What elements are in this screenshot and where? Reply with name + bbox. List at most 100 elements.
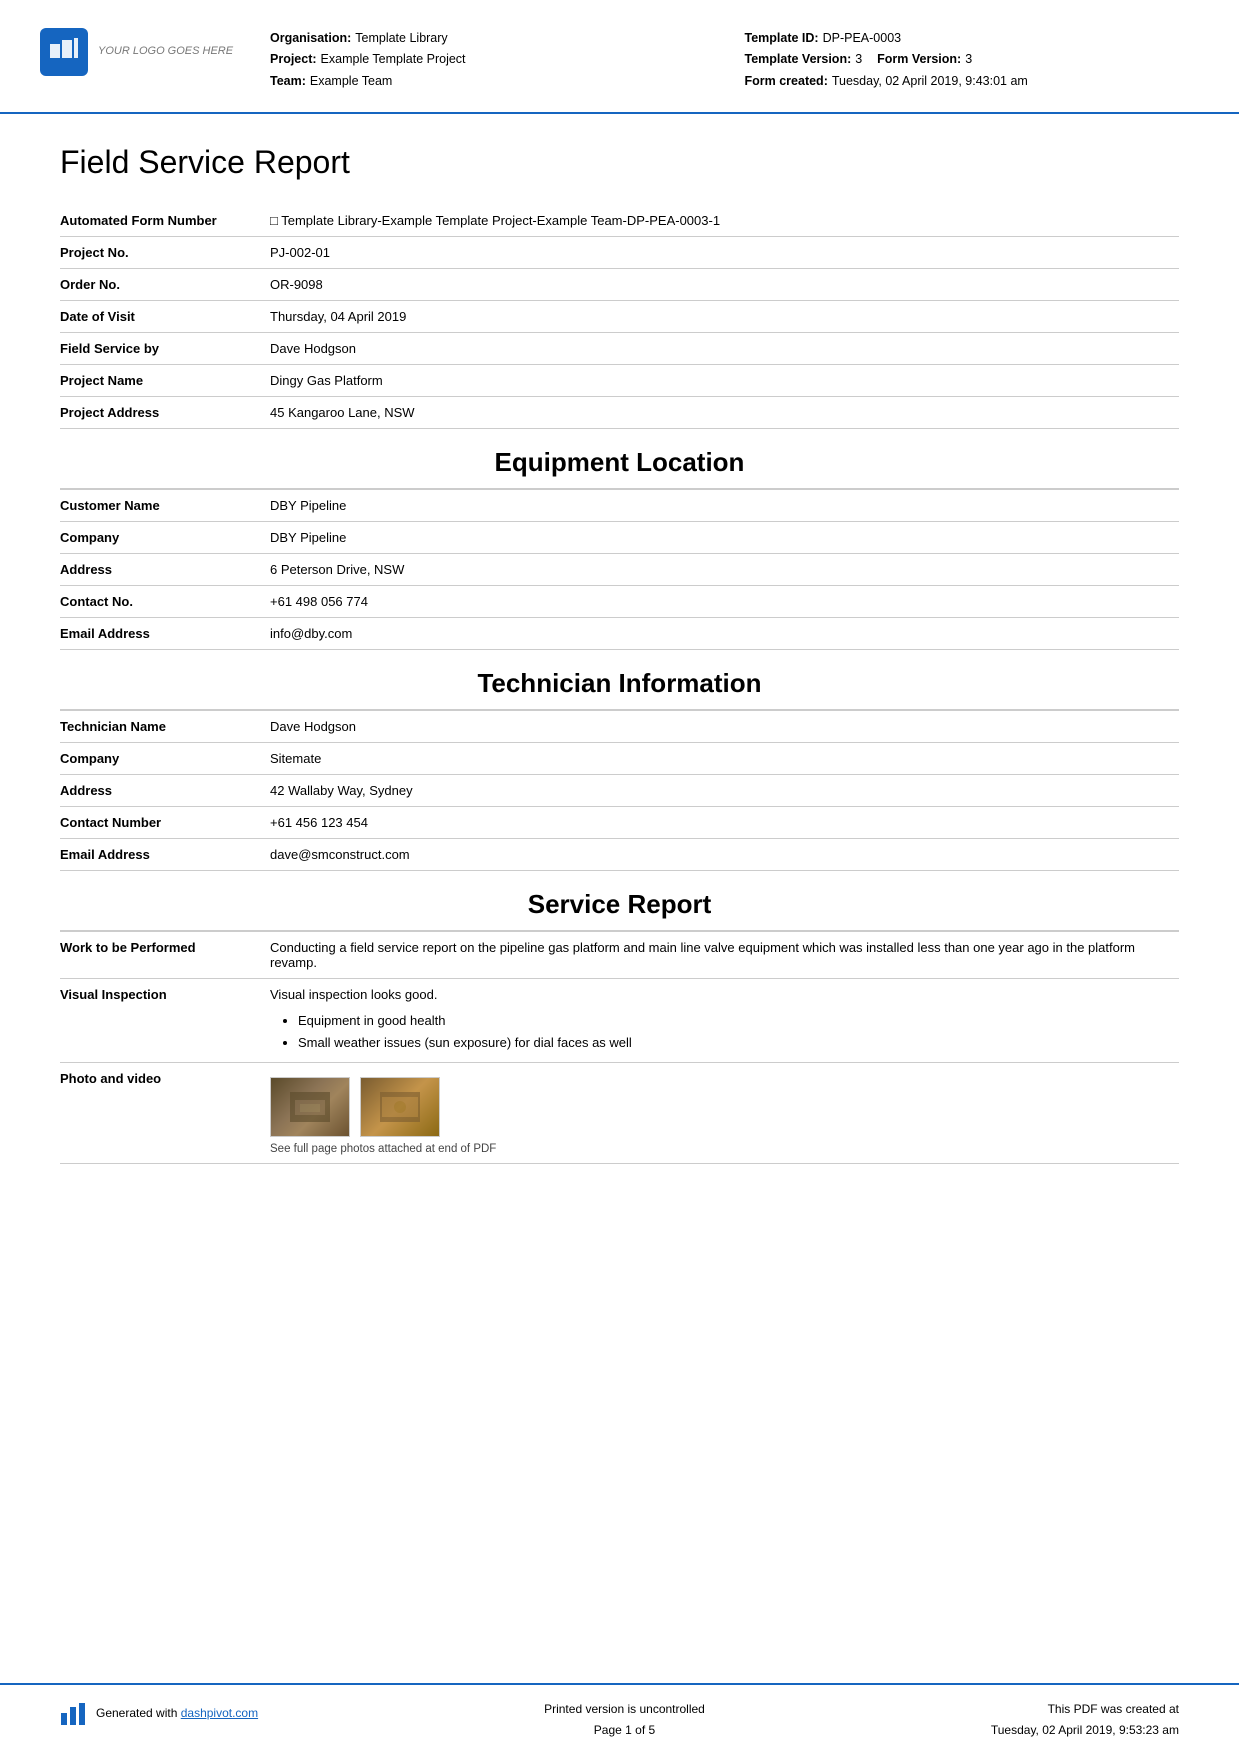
field-value: □ Template Library-Example Template Proj… (270, 205, 1179, 237)
template-id-value: DP-PEA-0003 (823, 28, 902, 49)
header-meta-left: Organisation: Template Library Project: … (270, 28, 705, 92)
form-created-label: Form created: (745, 71, 828, 92)
form-version-value: 3 (965, 49, 972, 70)
table-row: Technician Name Dave Hodgson (60, 710, 1179, 742)
field-value: Dave Hodgson (270, 710, 1179, 742)
field-value: Visual inspection looks good. Equipment … (270, 978, 1179, 1062)
project-label: Project: (270, 49, 317, 70)
field-value: Thursday, 04 April 2019 (270, 300, 1179, 332)
logo-icon (40, 28, 88, 76)
section-heading-row: Service Report (60, 870, 1179, 931)
field-value: 42 Wallaby Way, Sydney (270, 774, 1179, 806)
table-row: Automated Form Number □ Template Library… (60, 205, 1179, 237)
table-row: Visual Inspection Visual inspection look… (60, 978, 1179, 1062)
pdf-created-label: This PDF was created at (991, 1699, 1179, 1719)
team-value: Example Team (310, 71, 392, 92)
table-row: Contact No. +61 498 056 774 (60, 585, 1179, 617)
header: YOUR LOGO GOES HERE Organisation: Templa… (0, 0, 1239, 114)
table-row: Project No. PJ-002-01 (60, 236, 1179, 268)
table-row: Project Address 45 Kangaroo Lane, NSW (60, 396, 1179, 428)
footer-right: This PDF was created at Tuesday, 02 Apri… (991, 1699, 1179, 1740)
field-label: Address (60, 774, 270, 806)
field-label: Project Name (60, 364, 270, 396)
page: YOUR LOGO GOES HERE Organisation: Templa… (0, 0, 1239, 1754)
field-label: Customer Name (60, 489, 270, 521)
field-value: dave@smconstruct.com (270, 838, 1179, 870)
org-value: Template Library (355, 28, 447, 49)
visual-inspection-intro: Visual inspection looks good. (270, 987, 1169, 1002)
equipment-location-heading: Equipment Location (60, 429, 1179, 489)
footer-center: Printed version is uncontrolled Page 1 o… (544, 1699, 705, 1740)
field-value: PJ-002-01 (270, 236, 1179, 268)
uncontrolled-label: Printed version is uncontrolled (544, 1699, 705, 1719)
form-created-value: Tuesday, 02 April 2019, 9:43:01 am (832, 71, 1028, 92)
field-value: OR-9098 (270, 268, 1179, 300)
field-value: Dingy Gas Platform (270, 364, 1179, 396)
field-label: Technician Name (60, 710, 270, 742)
list-item: Small weather issues (sun exposure) for … (298, 1032, 1169, 1054)
table-row: Email Address info@dby.com (60, 617, 1179, 649)
field-value: +61 456 123 454 (270, 806, 1179, 838)
list-item: Equipment in good health (298, 1010, 1169, 1032)
field-label: Company (60, 521, 270, 553)
photo-container (270, 1077, 1169, 1137)
field-label: Order No. (60, 268, 270, 300)
footer: Generated with dashpivot.com Printed ver… (0, 1683, 1239, 1754)
table-row: Photo and video (60, 1062, 1179, 1163)
photo-caption: See full page photos attached at end of … (270, 1143, 1169, 1155)
team-label: Team: (270, 71, 306, 92)
field-label: Email Address (60, 838, 270, 870)
visual-inspection-list: Equipment in good health Small weather i… (298, 1010, 1169, 1054)
field-value: info@dby.com (270, 617, 1179, 649)
field-label: Project No. (60, 236, 270, 268)
pdf-created-value: Tuesday, 02 April 2019, 9:53:23 am (991, 1720, 1179, 1740)
form-fields-table: Automated Form Number □ Template Library… (60, 205, 1179, 1164)
field-value: DBY Pipeline (270, 521, 1179, 553)
field-label: Contact Number (60, 806, 270, 838)
logo-box: YOUR LOGO GOES HERE (40, 28, 240, 76)
table-row: Date of Visit Thursday, 04 April 2019 (60, 300, 1179, 332)
template-version-value: 3 (855, 49, 862, 70)
field-label: Contact No. (60, 585, 270, 617)
field-label: Email Address (60, 617, 270, 649)
table-row: Field Service by Dave Hodgson (60, 332, 1179, 364)
field-value: See full page photos attached at end of … (270, 1062, 1179, 1163)
photo-thumbnail-2 (360, 1077, 440, 1137)
dashpivot-link[interactable]: dashpivot.com (181, 1706, 258, 1720)
table-row: Address 42 Wallaby Way, Sydney (60, 774, 1179, 806)
footer-logo-icon (60, 1699, 88, 1727)
logo-text: YOUR LOGO GOES HERE (98, 44, 233, 59)
field-label: Visual Inspection (60, 978, 270, 1062)
field-label: Field Service by (60, 332, 270, 364)
field-label: Company (60, 742, 270, 774)
section-heading-row: Technician Information (60, 649, 1179, 710)
photo-thumbnail-1 (270, 1077, 350, 1137)
form-version-label: Form Version: (877, 49, 961, 70)
technician-info-heading: Technician Information (60, 650, 1179, 710)
field-value: +61 498 056 774 (270, 585, 1179, 617)
field-label: Date of Visit (60, 300, 270, 332)
page-label: Page 1 of 5 (544, 1720, 705, 1740)
page-title: Field Service Report (60, 144, 1179, 181)
footer-generated-text: Generated with dashpivot.com (96, 1706, 258, 1720)
table-row: Contact Number +61 456 123 454 (60, 806, 1179, 838)
table-row: Work to be Performed Conducting a field … (60, 931, 1179, 978)
org-label: Organisation: (270, 28, 351, 49)
field-value: 45 Kangaroo Lane, NSW (270, 396, 1179, 428)
field-label: Photo and video (60, 1062, 270, 1163)
field-label: Automated Form Number (60, 205, 270, 237)
table-row: Project Name Dingy Gas Platform (60, 364, 1179, 396)
project-value: Example Template Project (321, 49, 466, 70)
table-row: Company DBY Pipeline (60, 521, 1179, 553)
template-id-label: Template ID: (745, 28, 819, 49)
template-version-label: Template Version: (745, 49, 852, 70)
field-value: 6 Peterson Drive, NSW (270, 553, 1179, 585)
field-value: Sitemate (270, 742, 1179, 774)
header-cols: Organisation: Template Library Project: … (270, 28, 1179, 92)
field-label: Address (60, 553, 270, 585)
field-value: Conducting a field service report on the… (270, 931, 1179, 978)
section-heading-row: Equipment Location (60, 428, 1179, 489)
footer-left: Generated with dashpivot.com (60, 1699, 258, 1727)
service-report-heading: Service Report (60, 871, 1179, 931)
main-content: Field Service Report Automated Form Numb… (0, 114, 1239, 1683)
